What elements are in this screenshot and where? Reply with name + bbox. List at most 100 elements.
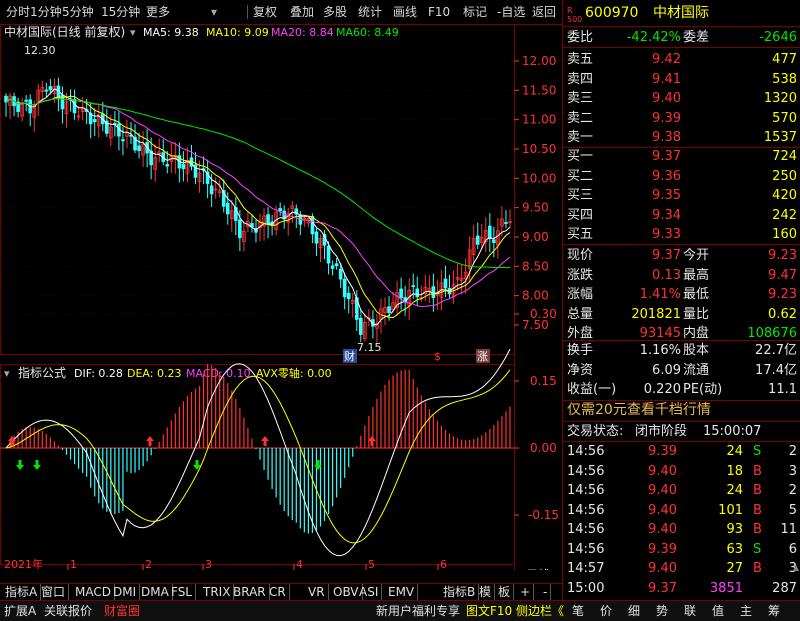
stat-value: 9.47 bbox=[768, 267, 797, 283]
indicator-tab-2[interactable]: MACD bbox=[72, 584, 115, 601]
buy-volume: 420 bbox=[772, 188, 797, 203]
tick-volume: 63 bbox=[726, 541, 743, 557]
promo-row[interactable]: 仅需20元查看千档行情 bbox=[563, 401, 800, 420]
time-axis-month: 2 bbox=[145, 558, 152, 570]
toolbar-divider bbox=[247, 5, 248, 19]
tick-row: 14:56 9.40 93 B 11 bbox=[563, 520, 800, 539]
price-axis-label: 8.00 bbox=[522, 289, 549, 303]
indicator-tab-9[interactable]: VR bbox=[305, 584, 329, 601]
panel-tab-icon[interactable]: 值 bbox=[712, 602, 724, 620]
indicator-tab-5[interactable]: FSL bbox=[168, 584, 196, 601]
indicator-tab-0[interactable]: 指标A bbox=[2, 584, 42, 601]
indicator-tab-13[interactable]: 指标B bbox=[440, 584, 480, 601]
panel-tab-icon[interactable]: 笔 bbox=[572, 602, 584, 620]
indicator-tab-17[interactable]: - bbox=[540, 584, 552, 601]
chevron-down-icon[interactable]: ▾ bbox=[4, 367, 10, 380]
candle-body bbox=[399, 288, 403, 299]
stat-value: 201821 bbox=[631, 306, 681, 322]
buy-volume: 242 bbox=[772, 207, 797, 223]
buy-level-label: 买二 bbox=[567, 168, 594, 184]
indicator-tab-7[interactable]: BRAR bbox=[230, 584, 270, 601]
indicator-tab-15[interactable]: 板 bbox=[495, 584, 515, 601]
time-axis-month: 4 bbox=[296, 558, 303, 570]
candle-body bbox=[137, 145, 141, 151]
toolbar-btn-4[interactable]: 更多 bbox=[146, 3, 170, 21]
tick-time: 14:56 bbox=[567, 444, 605, 459]
buy-level-label: 买四 bbox=[567, 207, 594, 223]
panel-tab-icon[interactable]: 联 bbox=[684, 602, 696, 620]
toolbar-btn-12[interactable]: -自选 bbox=[497, 3, 525, 21]
stat-label: 现价 bbox=[567, 248, 594, 263]
panel-tab-icon[interactable]: 细 bbox=[628, 602, 640, 620]
panel-tab-icon[interactable]: 主 bbox=[740, 602, 752, 620]
sell-order-row: 卖五 9.42 477 bbox=[563, 50, 800, 69]
candlesticks bbox=[4, 77, 512, 343]
toolbar-btn-0[interactable]: 分时 bbox=[6, 3, 30, 21]
indicator-tab-12[interactable]: EMV bbox=[385, 584, 419, 601]
stat-row: 涨跌 0.13 最高 9.47 bbox=[563, 266, 800, 285]
toolbar-btn-6[interactable]: 叠加 bbox=[290, 3, 314, 21]
sell-level-label: 卖一 bbox=[567, 130, 594, 145]
panel-tab-icon[interactable]: 价 bbox=[600, 602, 612, 620]
candle-body bbox=[358, 317, 363, 335]
toolbar-btn-9[interactable]: 画线 bbox=[393, 3, 417, 21]
candle-body bbox=[48, 86, 53, 91]
toolbar-btn-8[interactable]: 统计 bbox=[358, 3, 382, 21]
buy-volume: 160 bbox=[772, 227, 797, 242]
kline-chart[interactable]: 12.0011.5011.0010.5010.009.509.008.508.0… bbox=[0, 24, 562, 570]
toolbar-btn-5[interactable]: 复权 bbox=[253, 3, 277, 21]
price-axis-label: 9.50 bbox=[522, 201, 549, 215]
buy-order-row: 买三 9.35 420 bbox=[563, 186, 800, 205]
macd-axis-label: 0.15 bbox=[530, 374, 557, 388]
toolbar-btn-7[interactable]: 多股 bbox=[323, 3, 347, 21]
toolbar-btn-13[interactable]: 返回 bbox=[532, 3, 556, 21]
toolbar-btn-11[interactable]: 标记 bbox=[463, 3, 487, 21]
buy-price: 9.34 bbox=[652, 207, 681, 223]
time-axis-month: 6 bbox=[440, 558, 447, 570]
scroll-arrow-icon[interactable]: ▲ bbox=[793, 563, 799, 572]
promo-text[interactable]: 仅需20元查看千档行情 bbox=[567, 401, 711, 420]
indicator-tab-16[interactable]: + bbox=[517, 584, 535, 601]
macd-histogram bbox=[9, 364, 511, 534]
candle-body bbox=[475, 235, 480, 245]
toolbar-btn-3[interactable]: 15分钟 bbox=[101, 3, 140, 21]
buy-level-label: 买五 bbox=[567, 227, 594, 242]
indicator-tab-1[interactable]: 窗口 bbox=[38, 584, 70, 601]
tick-direction: B bbox=[753, 561, 762, 576]
fund-label: PE(动) bbox=[683, 382, 723, 397]
panel-tab-icon[interactable]: 势 bbox=[656, 602, 668, 620]
status-tab-0[interactable]: 扩展A bbox=[4, 602, 36, 620]
status-tab-2[interactable]: 财富圈 bbox=[104, 602, 140, 620]
status-right-1[interactable]: 侧边栏《 bbox=[516, 602, 564, 620]
candle-body bbox=[431, 286, 436, 299]
macd-axis-label: 0.30 bbox=[530, 307, 557, 321]
stat-row: 总量 201821 量比 0.62 bbox=[563, 305, 800, 324]
panel-tab-icon[interactable]: 筹 bbox=[768, 602, 780, 620]
status-tab-1[interactable]: 关联报价 bbox=[44, 602, 92, 620]
dividend-marker[interactable]: $ bbox=[434, 350, 441, 363]
tick-count: 3 bbox=[788, 463, 797, 479]
status-right-0[interactable]: 图文F10 bbox=[466, 602, 512, 620]
candle-body bbox=[330, 265, 335, 269]
time-axis-month: 1 bbox=[70, 558, 77, 570]
indicator-tab-3[interactable]: DMI bbox=[110, 584, 141, 601]
toolbar-btn-1[interactable]: 1分钟 bbox=[30, 3, 62, 21]
tick-direction: B bbox=[753, 522, 762, 537]
toolbar-btn-2[interactable]: 5分钟 bbox=[62, 3, 94, 21]
sell-order-row: 卖三 9.40 1320 bbox=[563, 89, 800, 108]
trade-status-label: 交易状态: bbox=[567, 424, 624, 439]
tick-volume: 101 bbox=[718, 502, 743, 518]
indicator-tab-11[interactable]: ASI bbox=[356, 584, 383, 601]
indicator-name: 指标公式 bbox=[18, 365, 66, 380]
promo-link[interactable]: 新用户福利专享 bbox=[376, 602, 460, 620]
sell-price: 9.41 bbox=[652, 71, 681, 87]
sell-arrow-icon bbox=[16, 460, 24, 470]
indicator-tab-8[interactable]: CR bbox=[266, 584, 290, 601]
candle-body bbox=[181, 163, 186, 170]
candle-body bbox=[225, 202, 230, 215]
indicator-tab-14[interactable]: 模 bbox=[476, 584, 496, 601]
weicha-value: -2646 bbox=[759, 30, 797, 45]
candle-body bbox=[387, 306, 391, 314]
toolbar-btn-10[interactable]: F10 bbox=[428, 3, 450, 21]
chevron-down-icon[interactable]: ▾ bbox=[130, 26, 136, 39]
